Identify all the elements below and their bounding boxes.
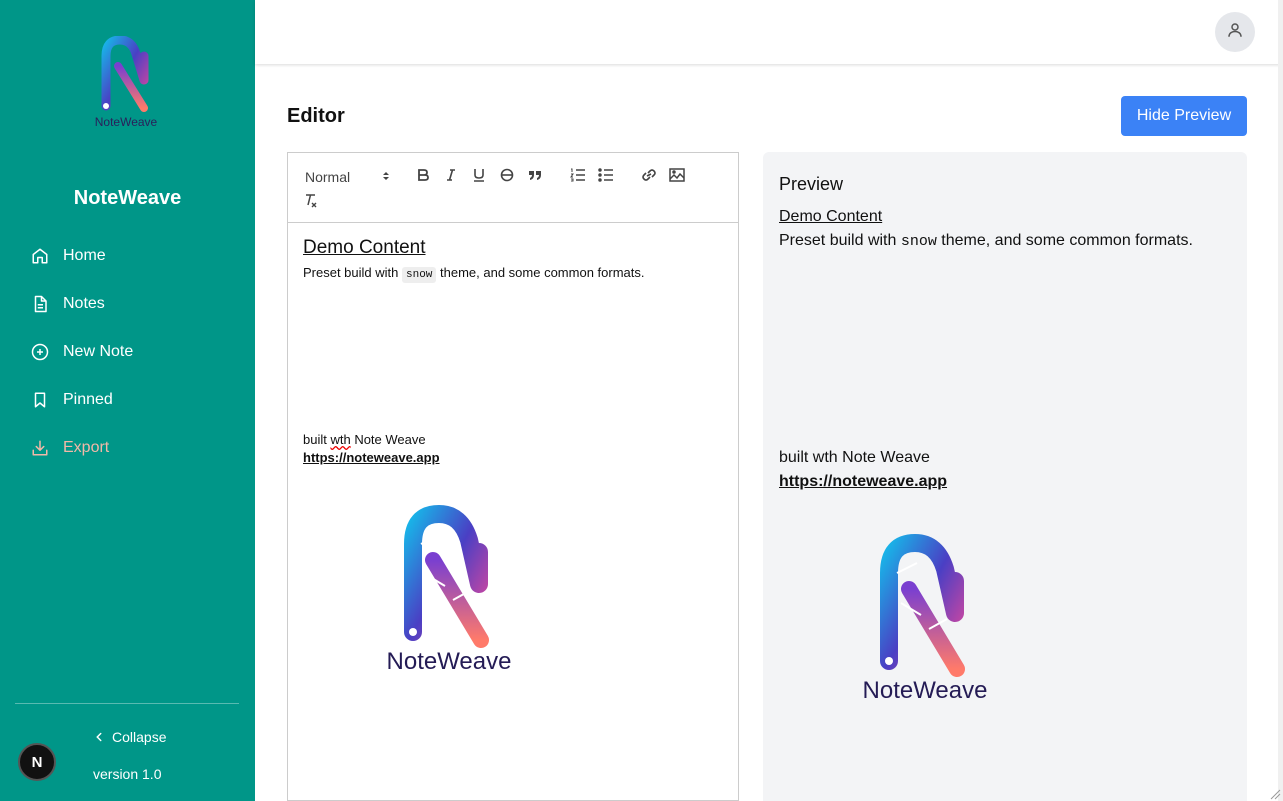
editor-text: Note Weave (350, 432, 426, 447)
editor-text: theme, and some common formats. (436, 265, 645, 280)
brand-name: NoteWeave (73, 187, 182, 209)
sidebar-item-notes[interactable]: Notes (15, 280, 239, 328)
preview-panel: Preview Demo Content Preset build with s… (763, 152, 1247, 801)
app-logo: NoteWeave (88, 35, 164, 132)
link-button[interactable] (638, 167, 660, 187)
editor-toolbar: Normal (287, 152, 739, 223)
strikethrough-icon (500, 168, 514, 187)
clear-format-icon (303, 193, 319, 214)
page-scrollbar[interactable] (1278, 0, 1283, 801)
select-arrows-icon (381, 169, 391, 185)
preview-link[interactable]: https://noteweave.app (779, 473, 947, 491)
page-title: Editor (287, 105, 345, 127)
preview-logo-image: NoteWeave (857, 533, 993, 705)
format-select[interactable]: Normal (305, 167, 391, 187)
preview-heading: Preview (779, 174, 844, 194)
svg-text:NoteWeave: NoteWeave (863, 677, 988, 704)
version-label: version 1.0 (93, 766, 162, 782)
editor-paragraph: Preset build with snow theme, and some c… (303, 265, 645, 283)
underline-icon (472, 168, 486, 187)
sidebar-item-label: New Note (63, 343, 134, 360)
ordered-list-icon (570, 168, 586, 187)
preview-text: Preset build with (779, 232, 901, 249)
link-icon (641, 168, 657, 187)
quote-icon (528, 168, 542, 187)
preview-title: Demo Content (779, 208, 883, 225)
collapse-label: Collapse (112, 729, 167, 745)
strike-button[interactable] (496, 167, 518, 187)
sidebar-item-label: Home (63, 247, 106, 264)
editor-built-line: built wth Note Weave (303, 432, 426, 447)
user-avatar-button[interactable] (1215, 12, 1255, 52)
editor-text: Preset build with (303, 265, 402, 280)
format-select-value: Normal (305, 169, 351, 185)
sidebar-item-label: Export (63, 439, 110, 456)
italic-button[interactable] (440, 167, 462, 187)
image-button[interactable] (666, 167, 688, 187)
file-text-icon (31, 295, 49, 313)
preview-paragraph: Preset build with snow theme, and some c… (779, 232, 1193, 250)
sidebar-nav: Home Notes New Note Pinned Export (15, 232, 239, 472)
svg-text:NoteWeave: NoteWeave (95, 115, 158, 129)
framework-badge[interactable]: N (18, 743, 56, 781)
editor-logo-image: NoteWeave (381, 504, 517, 676)
sidebar-item-export[interactable]: Export (15, 424, 239, 472)
bold-icon (416, 168, 430, 187)
preview-text: theme, and some common formats. (936, 232, 1193, 249)
plus-circle-icon (31, 343, 49, 361)
bullet-list-button[interactable] (595, 167, 617, 187)
clean-format-button[interactable] (300, 193, 322, 213)
blockquote-button[interactable] (524, 167, 546, 187)
editor-text: built (303, 432, 331, 447)
sidebar: NoteWeave NoteWeave Home Notes New Note … (0, 0, 255, 801)
editor-link[interactable]: https://noteweave.app (303, 450, 440, 465)
sidebar-item-home[interactable]: Home (15, 232, 239, 280)
sidebar-item-pinned[interactable]: Pinned (15, 376, 239, 424)
resize-grip-icon[interactable] (1269, 787, 1281, 800)
bookmark-icon (31, 391, 49, 409)
italic-icon (444, 168, 458, 187)
sidebar-divider (15, 703, 239, 704)
bullet-list-icon (598, 167, 614, 187)
sidebar-item-new-note[interactable]: New Note (15, 328, 239, 376)
svg-text:NoteWeave: NoteWeave (387, 648, 512, 675)
editor-inline-code: snow (402, 267, 437, 283)
underline-button[interactable] (468, 167, 490, 187)
ordered-list-button[interactable] (567, 167, 589, 187)
bold-button[interactable] (412, 167, 434, 187)
sidebar-item-label: Pinned (63, 391, 113, 408)
top-bar (255, 0, 1283, 64)
preview-built-line: built wth Note Weave (779, 449, 930, 466)
collapse-button[interactable]: Collapse (92, 729, 166, 745)
download-icon (31, 439, 49, 457)
misspelled-word: wth (330, 432, 351, 447)
hide-preview-button[interactable]: Hide Preview (1121, 96, 1247, 136)
image-icon (669, 167, 685, 187)
user-icon (1226, 21, 1244, 44)
preview-inline-code: snow (900, 233, 937, 250)
chevron-left-icon (92, 730, 106, 744)
home-icon (31, 247, 49, 265)
editor-heading: Demo Content (303, 237, 426, 258)
sidebar-item-label: Notes (63, 295, 105, 312)
editor-content[interactable]: Demo Content Preset build with snow them… (287, 223, 739, 801)
